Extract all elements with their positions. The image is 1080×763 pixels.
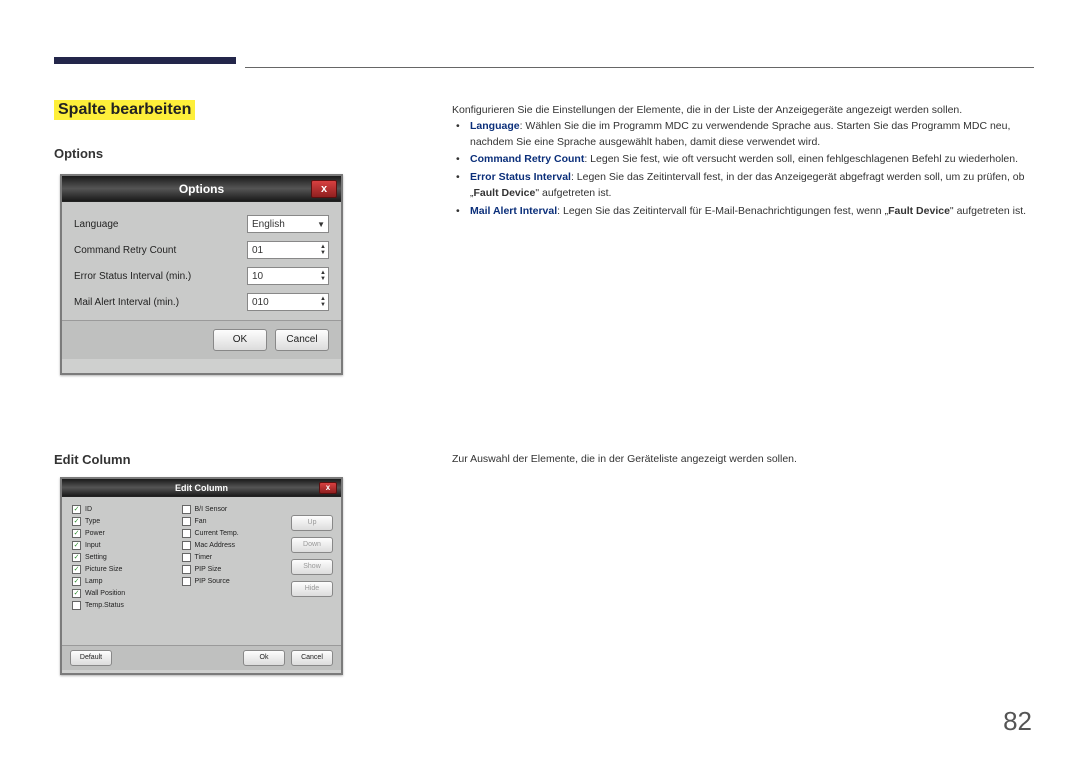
- bullet-error-status: Error Status Interval: Legen Sie das Zei…: [470, 170, 1032, 202]
- options-dialog-title: Options: [179, 182, 224, 196]
- section-title: Spalte bearbeiten: [54, 100, 195, 120]
- list-item-label: Lamp: [85, 578, 103, 585]
- editcolumn-heading: Edit Column: [54, 452, 131, 467]
- checkbox[interactable]: [182, 529, 191, 538]
- editcolumn-list-left: ✓ ID ✓ Type ✓ Power ✓ Input ✓ Setting ✓ Picture Siz…: [72, 505, 174, 641]
- list-item-label: Power: [85, 530, 105, 537]
- option-row-language: Language English▼: [74, 212, 329, 236]
- checkbox[interactable]: [182, 517, 191, 526]
- header-divider: [245, 67, 1034, 68]
- mail-interval-spinner[interactable]: 010▲▼: [247, 293, 329, 311]
- checkbox[interactable]: ✓: [72, 529, 81, 538]
- options-description: Konfigurieren Sie die Einstellungen der …: [452, 103, 1032, 221]
- editcolumn-dialog-title: Edit Column: [175, 483, 228, 493]
- list-item-label: Mac Address: [195, 542, 235, 549]
- spinner-icon: ▲▼: [320, 270, 326, 282]
- list-item[interactable]: ✓ ID: [72, 505, 174, 514]
- options-dialog: Options x Language English▼ Command Retr…: [60, 174, 343, 375]
- list-item[interactable]: ✓ Setting: [72, 553, 174, 562]
- list-item-label: Wall Position: [85, 590, 125, 597]
- option-row-retry: Command Retry Count 01▲▼: [74, 238, 329, 262]
- header-accent-bar: [54, 57, 236, 64]
- options-dialog-titlebar: Options x: [62, 176, 341, 202]
- list-item[interactable]: Current Temp.: [182, 529, 284, 538]
- option-row-mail-interval: Mail Alert Interval (min.) 010▲▼: [74, 290, 329, 314]
- checkbox[interactable]: [182, 553, 191, 562]
- checkbox[interactable]: ✓: [72, 589, 81, 598]
- list-item[interactable]: ✓ Picture Size: [72, 565, 174, 574]
- cancel-button[interactable]: Cancel: [275, 329, 329, 351]
- ok-button[interactable]: OK: [213, 329, 267, 351]
- checkbox[interactable]: [182, 505, 191, 514]
- page-number: 82: [1003, 706, 1032, 737]
- checkbox[interactable]: ✓: [72, 517, 81, 526]
- list-item-label: PIP Size: [195, 566, 222, 573]
- ok-button[interactable]: Ok: [243, 650, 285, 666]
- show-button[interactable]: Show: [291, 559, 333, 575]
- list-item[interactable]: ✓ Input: [72, 541, 174, 550]
- list-item-label: Current Temp.: [195, 530, 239, 537]
- list-item[interactable]: Temp.Status: [72, 601, 174, 610]
- close-button[interactable]: x: [319, 482, 337, 494]
- editcolumn-titlebar: Edit Column x: [62, 479, 341, 497]
- checkbox[interactable]: [72, 601, 81, 610]
- list-item-label: Temp.Status: [85, 602, 124, 609]
- hide-button[interactable]: Hide: [291, 581, 333, 597]
- list-item[interactable]: PIP Source: [182, 577, 284, 586]
- list-item[interactable]: B/I Sensor: [182, 505, 284, 514]
- bullet-command-retry: Command Retry Count: Legen Sie fest, wie…: [470, 152, 1032, 168]
- list-item-label: Type: [85, 518, 100, 525]
- up-button[interactable]: Up: [291, 515, 333, 531]
- cancel-button[interactable]: Cancel: [291, 650, 333, 666]
- list-item-label: Timer: [195, 554, 213, 561]
- checkbox[interactable]: [182, 541, 191, 550]
- editcolumn-description: Zur Auswahl der Elemente, die in der Ger…: [452, 452, 1032, 468]
- error-interval-spinner[interactable]: 10▲▼: [247, 267, 329, 285]
- checkbox[interactable]: ✓: [72, 577, 81, 586]
- default-button[interactable]: Default: [70, 650, 112, 666]
- list-item-label: Fan: [195, 518, 207, 525]
- down-button[interactable]: Down: [291, 537, 333, 553]
- retry-spinner[interactable]: 01▲▼: [247, 241, 329, 259]
- list-item-label: PIP Source: [195, 578, 230, 585]
- list-item[interactable]: ✓ Power: [72, 529, 174, 538]
- list-item[interactable]: ✓ Wall Position: [72, 589, 174, 598]
- language-dropdown[interactable]: English▼: [247, 215, 329, 233]
- checkbox[interactable]: ✓: [72, 541, 81, 550]
- editcolumn-dialog: Edit Column x ✓ ID ✓ Type ✓ Power ✓ Input ✓ Setti…: [60, 477, 343, 675]
- spinner-icon: ▲▼: [320, 296, 326, 308]
- bullet-language: Language: Wählen Sie die im Programm MDC…: [470, 119, 1032, 151]
- list-item[interactable]: ✓ Lamp: [72, 577, 174, 586]
- list-item[interactable]: Fan: [182, 517, 284, 526]
- editcolumn-move-buttons: Up Down Show Hide: [291, 505, 333, 641]
- option-row-error-interval: Error Status Interval (min.) 10▲▼: [74, 264, 329, 288]
- list-item-label: Picture Size: [85, 566, 122, 573]
- list-item[interactable]: ✓ Type: [72, 517, 174, 526]
- bullet-mail-alert: Mail Alert Interval: Legen Sie das Zeiti…: [470, 204, 1032, 220]
- checkbox[interactable]: ✓: [72, 565, 81, 574]
- checkbox[interactable]: [182, 565, 191, 574]
- list-item-label: Setting: [85, 554, 107, 561]
- list-item-label: B/I Sensor: [195, 506, 228, 513]
- checkbox[interactable]: ✓: [72, 505, 81, 514]
- list-item-label: Input: [85, 542, 101, 549]
- checkbox[interactable]: ✓: [72, 553, 81, 562]
- spinner-icon: ▲▼: [320, 244, 326, 256]
- checkbox[interactable]: [182, 577, 191, 586]
- editcolumn-list-right: B/I Sensor Fan Current Temp. Mac Address Tim…: [182, 505, 284, 641]
- chevron-down-icon: ▼: [317, 220, 325, 229]
- options-heading: Options: [54, 146, 103, 161]
- options-intro: Konfigurieren Sie die Einstellungen der …: [452, 103, 1032, 119]
- close-button[interactable]: x: [311, 180, 337, 198]
- list-item[interactable]: Mac Address: [182, 541, 284, 550]
- list-item-label: ID: [85, 506, 92, 513]
- list-item[interactable]: Timer: [182, 553, 284, 562]
- list-item[interactable]: PIP Size: [182, 565, 284, 574]
